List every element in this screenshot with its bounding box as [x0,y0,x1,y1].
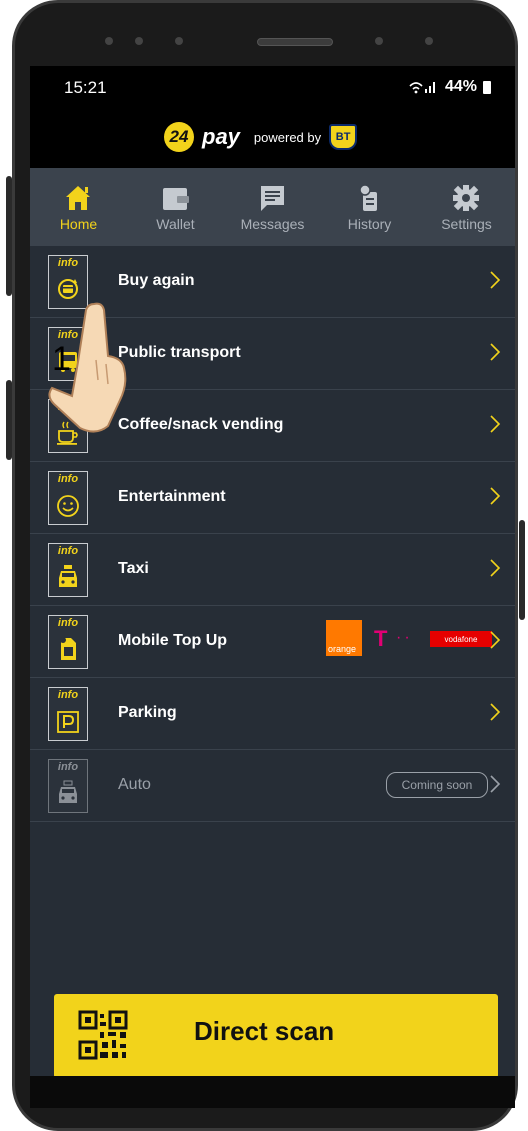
logo-24: 24 [164,122,194,152]
direct-scan-button[interactable]: Direct scan [54,994,498,1076]
app-logo: 24 pay powered by BT [164,122,358,152]
menu-item-label: Buy again [118,272,195,289]
vodafone-text: vodafone [444,634,478,644]
menu-item-label: Entertainment [118,488,226,505]
buy-again-icon [58,279,78,299]
logo-pay: pay [202,124,240,149]
info-box[interactable]: info [48,687,88,741]
direct-scan-label: Direct scan [194,1016,335,1046]
parking-icon [57,711,79,733]
powered-by-text: powered by [253,129,322,145]
sensor-dot [425,37,433,45]
status-bar: 15:21 44% [30,66,515,112]
app-screen: 15:21 44% 24 pay powered by BT Home Wall… [30,66,515,1076]
info-label: info [57,761,79,773]
menu-item-label: Coffee/snack vending [118,416,284,433]
sensor-dot [135,37,143,45]
sim-card-icon [60,637,76,660]
sensor-dot [175,37,183,45]
bt-logo: BT [329,124,358,150]
power-button [519,520,525,620]
menu-item-parking[interactable]: info Parking [30,678,515,750]
tab-history[interactable]: History [321,176,418,242]
info-label: info [57,545,79,557]
chevron-right-icon [490,559,501,577]
info-box[interactable]: info [48,543,88,597]
menu-item-mobile-top-up[interactable]: info Mobile Top Up orange T ·· vodafone [30,606,515,678]
status-time: 15:21 [64,78,107,97]
menu-item-label: Taxi [118,560,149,577]
system-nav-bar [30,1076,515,1108]
tab-bar: Home Wallet Messages History Settings [30,168,515,246]
info-label: info [57,257,79,269]
info-label: info [57,473,79,485]
info-box[interactable]: info [48,759,88,813]
status-indicators: 44% [409,78,491,96]
tab-label: Home [59,216,98,232]
chevron-right-icon [490,271,501,289]
menu-item-label: Parking [118,704,177,721]
smiley-icon [57,495,79,517]
vodafone-logo: vodafone [430,631,492,647]
chevron-right-icon [490,775,501,793]
menu-item-taxi[interactable]: info Taxi [30,534,515,606]
tab-home[interactable]: Home [30,176,127,242]
telekom-dots: ·· [396,629,413,646]
tab-settings[interactable]: Settings [418,176,515,242]
telekom-logo: T [374,626,388,651]
history-icon [359,184,377,211]
menu-item-entertainment[interactable]: info Entertainment [30,462,515,534]
tab-messages[interactable]: Messages [224,176,321,242]
battery-percent: 44% [444,78,477,95]
earpiece [257,38,333,46]
info-box[interactable]: info [48,471,88,525]
tab-wallet[interactable]: Wallet [127,176,224,242]
info-label: info [57,617,79,629]
chevron-right-icon [490,703,501,721]
sensor-dot [105,37,113,45]
chevron-right-icon [490,343,501,361]
battery-icon [483,80,491,94]
chevron-right-icon [490,487,501,505]
menu-item-label: Mobile Top Up [118,632,228,649]
info-label: info [57,689,79,701]
gear-icon [453,185,479,211]
orange-logo: orange [326,620,362,656]
tab-label: History [347,216,392,232]
front-camera [375,37,383,45]
tab-label: Messages [240,216,305,232]
menu-item-auto[interactable]: info Auto Coming soon [30,750,515,822]
tab-label: Wallet [156,216,195,232]
tutorial-step-number: 1 [52,340,71,378]
wifi-signal-icon [409,82,435,94]
wallet-icon [163,188,189,210]
brand-bar: 24 pay powered by BT [30,112,515,168]
car-icon [59,780,77,803]
menu-item-label: Public transport [118,344,241,361]
chevron-right-icon [490,415,501,433]
message-icon [261,186,284,211]
pointing-hand-icon [48,302,127,433]
menu-item-label: Auto [118,776,151,793]
front-sensors [75,31,475,51]
taxi-icon [59,565,77,587]
coming-soon-badge: Coming soon [386,772,488,798]
tab-label: Settings [441,216,492,232]
info-box[interactable]: info [48,615,88,669]
home-icon [66,186,90,210]
qr-code-icon [78,1010,128,1060]
chevron-right-icon [490,631,501,649]
